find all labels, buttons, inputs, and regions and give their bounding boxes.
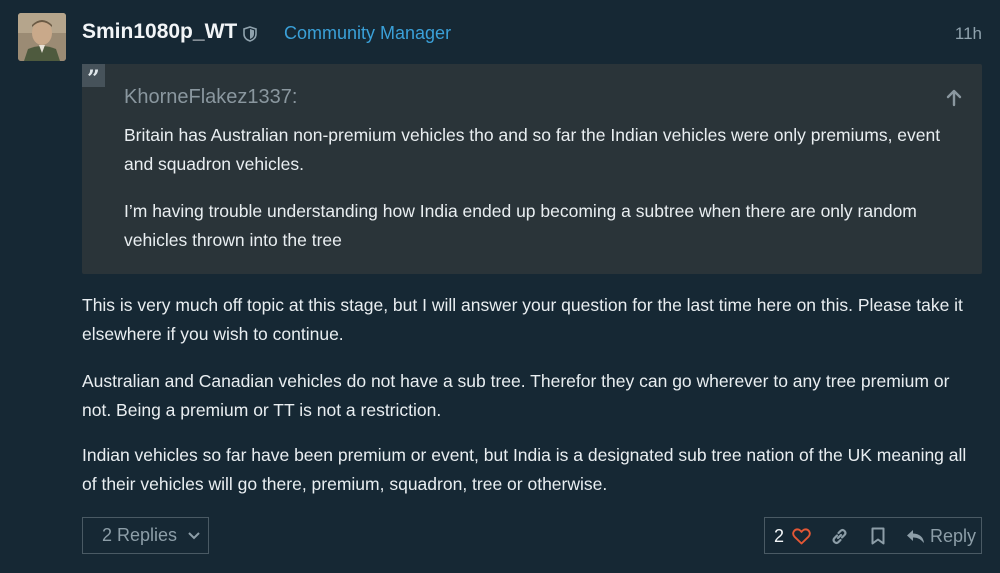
quote-paragraph: Britain has Australian non-premium vehic… bbox=[124, 125, 941, 174]
username[interactable]: Smin1080p_WT bbox=[82, 20, 237, 44]
avatar[interactable] bbox=[18, 13, 66, 61]
post-timestamp[interactable]: 11h bbox=[955, 24, 982, 44]
heart-icon[interactable] bbox=[792, 528, 811, 545]
quote-icon: ” bbox=[82, 64, 105, 92]
replies-label: 2 Replies bbox=[102, 525, 178, 545]
quote-author: KhorneFlakez1337: bbox=[124, 86, 298, 108]
post-paragraph: Indian vehicles so far have been premium… bbox=[82, 445, 967, 494]
post-paragraph: This is very much off topic at this stag… bbox=[82, 295, 963, 344]
bookmark-icon[interactable] bbox=[871, 527, 885, 545]
link-icon[interactable] bbox=[830, 527, 849, 546]
reply-button[interactable]: Reply bbox=[930, 526, 976, 547]
quote-paragraph: I’m having trouble understanding how Ind… bbox=[124, 201, 917, 250]
post-paragraph: Australian and Canadian vehicles do not … bbox=[82, 371, 950, 420]
replies-button[interactable]: 2 Replies bbox=[82, 517, 209, 554]
like-count[interactable]: 2 bbox=[774, 526, 784, 547]
reply-icon[interactable] bbox=[906, 529, 925, 544]
user-title: Community Manager bbox=[284, 23, 452, 43]
arrow-up-icon[interactable] bbox=[944, 88, 964, 108]
chevron-down-icon bbox=[188, 532, 200, 540]
shield-icon bbox=[243, 26, 257, 42]
